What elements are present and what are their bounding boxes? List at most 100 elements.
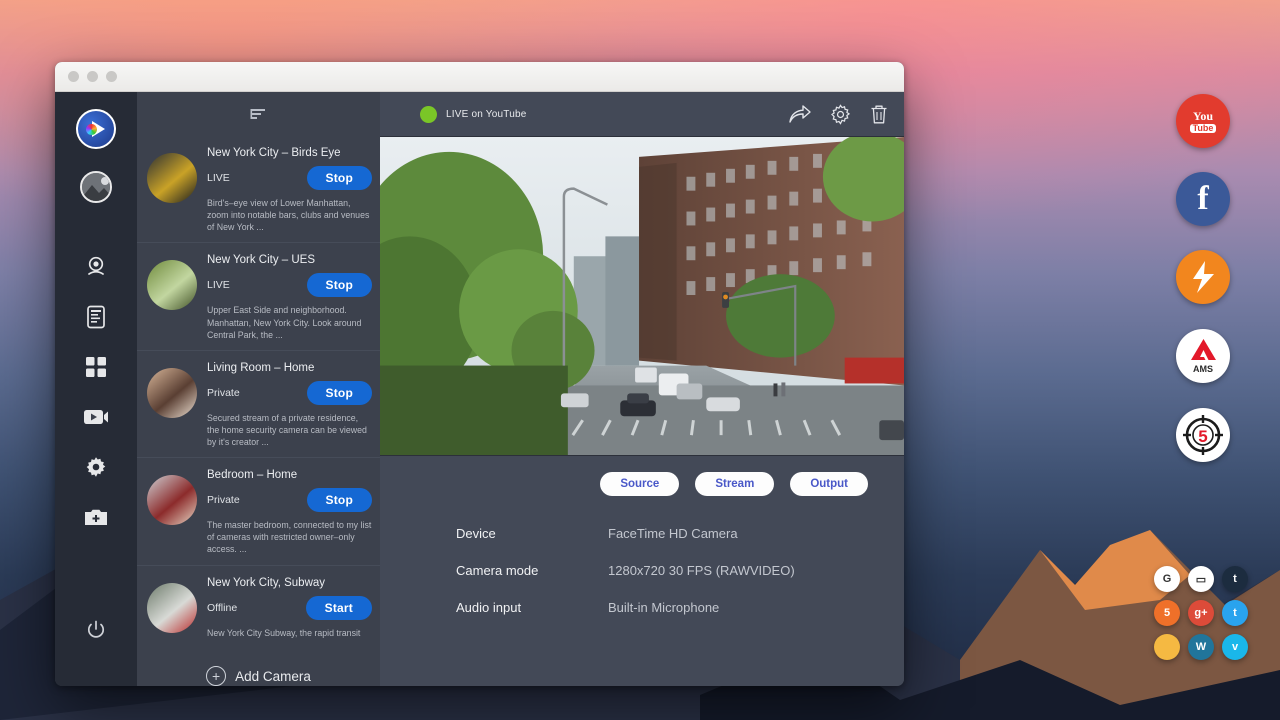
camera-description: Upper East Side and neighborhood. Manhat… bbox=[207, 304, 372, 340]
avatar-icon bbox=[82, 173, 112, 203]
info-row: Audio inputBuilt-in Microphone bbox=[456, 600, 904, 615]
camera-status: Offline bbox=[207, 602, 237, 614]
twitch-icon[interactable]: ▭ bbox=[1188, 566, 1214, 592]
window-titlebar bbox=[55, 62, 904, 92]
info-value: FaceTime HD Camera bbox=[608, 526, 738, 541]
live-indicator-dot bbox=[420, 106, 437, 123]
sidebar-item-cameras[interactable] bbox=[78, 249, 114, 285]
wordpress-icon[interactable]: W bbox=[1188, 634, 1214, 660]
wowza-desktop-icon[interactable] bbox=[1176, 250, 1230, 304]
camera-title: New York City – Birds Eye bbox=[207, 147, 372, 159]
info-value: 1280x720 30 FPS (RAWVIDEO) bbox=[608, 563, 795, 578]
share-icon[interactable] bbox=[789, 104, 811, 124]
camera-description: Secured stream of a private residence, t… bbox=[207, 412, 372, 448]
power-icon bbox=[86, 620, 106, 640]
camera-list-toolbar bbox=[137, 92, 380, 136]
adobe-a-icon bbox=[1191, 339, 1216, 360]
sidebar-item-settings[interactable] bbox=[78, 449, 114, 485]
settings-tabs: Source Stream Output bbox=[380, 456, 904, 496]
camera-description: Bird's–eye view of Lower Manhattan, zoom… bbox=[207, 197, 372, 233]
camera-title: Bedroom – Home bbox=[207, 469, 372, 481]
main-toolbar: LIVE on YouTube bbox=[380, 92, 904, 136]
twitter-small-icon[interactable]: t bbox=[1222, 600, 1248, 626]
live-status-label: LIVE on YouTube bbox=[446, 109, 526, 120]
video-camera-icon bbox=[83, 407, 109, 427]
tab-source[interactable]: Source bbox=[600, 472, 679, 496]
play-logo-icon bbox=[86, 124, 97, 135]
camera-status: LIVE bbox=[207, 279, 230, 291]
camera-status: Private bbox=[207, 387, 240, 399]
video-frame bbox=[380, 137, 904, 455]
tab-output[interactable]: Output bbox=[790, 472, 868, 496]
sidebar-item-recordings[interactable] bbox=[78, 399, 114, 435]
camera-list-item[interactable]: Bedroom – HomePrivateStopThe master bedr… bbox=[137, 458, 380, 565]
camera-thumbnail bbox=[147, 260, 197, 310]
sidebar-item-app-logo[interactable] bbox=[76, 109, 116, 149]
info-value: Built-in Microphone bbox=[608, 600, 719, 615]
camera-list-item[interactable]: New York City – UES LIVE Stop Upper East Si… bbox=[137, 243, 380, 350]
svg-text:5: 5 bbox=[1198, 427, 1207, 446]
desktop-small-icon-grid: G▭t5g+tWv bbox=[1154, 566, 1258, 660]
window-zoom-button[interactable] bbox=[106, 71, 117, 82]
video-preview[interactable] bbox=[380, 136, 904, 456]
source-info-list: DeviceFaceTime HD Camera Camera mode1280x… bbox=[380, 496, 904, 637]
camera-title: Living Room – Home bbox=[207, 362, 372, 374]
camera-status: LIVE bbox=[207, 172, 230, 184]
plus-circle-icon: + bbox=[206, 666, 226, 686]
add-camera-icon bbox=[84, 507, 108, 527]
live-status: LIVE on YouTube bbox=[420, 106, 526, 123]
window-close-button[interactable] bbox=[68, 71, 79, 82]
device-list-icon bbox=[85, 305, 107, 329]
tab-stream[interactable]: Stream bbox=[695, 472, 774, 496]
sort-icon[interactable] bbox=[250, 106, 268, 122]
add-camera-button[interactable]: + Add Camera bbox=[137, 640, 380, 686]
sidebar-item-device[interactable] bbox=[78, 299, 114, 335]
window-minimize-button[interactable] bbox=[87, 71, 98, 82]
camera-action-button[interactable]: Stop bbox=[307, 166, 372, 190]
info-row: Camera mode1280x720 30 FPS (RAWVIDEO) bbox=[456, 563, 904, 578]
application-window: New York City – Birds Eye LIVE Stop Bird's–… bbox=[55, 62, 904, 686]
camera-action-button[interactable]: Start bbox=[306, 596, 372, 620]
youtube-desktop-icon[interactable]: You Tube bbox=[1176, 94, 1230, 148]
sidebar-item-add-source[interactable] bbox=[78, 499, 114, 535]
toolbar-actions bbox=[789, 104, 888, 125]
tumblr-icon[interactable]: t bbox=[1222, 566, 1248, 592]
camera-thumbnail bbox=[147, 153, 197, 203]
adobe-ams-desktop-icon[interactable]: AMS bbox=[1176, 329, 1230, 383]
facebook-desktop-icon[interactable]: f bbox=[1176, 172, 1230, 226]
camera-action-button[interactable]: Stop bbox=[307, 381, 372, 405]
sunrise-icon[interactable] bbox=[1154, 634, 1180, 660]
youtube-you-text: You bbox=[1190, 110, 1217, 122]
main-panel: LIVE on YouTube bbox=[380, 92, 904, 686]
camera-status: Private bbox=[207, 494, 240, 506]
sidebar-item-power[interactable] bbox=[78, 612, 114, 648]
camera-thumbnail bbox=[147, 475, 197, 525]
camera-list[interactable]: New York City – Birds Eye LIVE Stop Bird's–… bbox=[137, 136, 380, 640]
camera-thumbnail bbox=[147, 583, 197, 633]
camera-action-button[interactable]: Stop bbox=[307, 273, 372, 297]
youtube-tube-text: Tube bbox=[1190, 124, 1217, 133]
camera-description: New York City Subway, the rapid transit … bbox=[207, 627, 372, 641]
sidebar-item-user-avatar[interactable] bbox=[80, 171, 112, 203]
grid-icon bbox=[85, 356, 107, 378]
camera-title: New York City – UES bbox=[207, 254, 372, 266]
sidebar-item-dashboard[interactable] bbox=[78, 349, 114, 385]
camera-list-item[interactable]: Living Room – Home Private Stop Secured str… bbox=[137, 351, 380, 458]
gear-icon[interactable] bbox=[830, 104, 851, 125]
camera-list-item[interactable]: New York City – Birds Eye LIVE Stop Bird's–… bbox=[137, 136, 380, 243]
trash-icon[interactable] bbox=[870, 104, 888, 125]
camera-title: New York City, Subway bbox=[207, 577, 372, 589]
facebook-f-glyph: f bbox=[1197, 182, 1208, 216]
desktop-background: New York City – Birds Eye LIVE Stop Bird's–… bbox=[0, 0, 1280, 720]
grammarly-icon[interactable]: G bbox=[1154, 566, 1180, 592]
five-icon[interactable]: 5 bbox=[1154, 600, 1180, 626]
add-camera-label: Add Camera bbox=[235, 669, 311, 684]
googleplus-small-icon[interactable]: g+ bbox=[1188, 600, 1214, 626]
sidebar-nav bbox=[55, 92, 137, 686]
target5-desktop-icon[interactable]: 5 bbox=[1176, 408, 1230, 462]
info-label: Device bbox=[456, 526, 608, 541]
camera-list-panel: New York City – Birds Eye LIVE Stop Bird's–… bbox=[137, 92, 380, 686]
camera-list-item[interactable]: New York City, Subway Offline Start New Yor… bbox=[137, 566, 380, 641]
camera-action-button[interactable]: Stop bbox=[307, 488, 372, 512]
vimeo-icon[interactable]: v bbox=[1222, 634, 1248, 660]
